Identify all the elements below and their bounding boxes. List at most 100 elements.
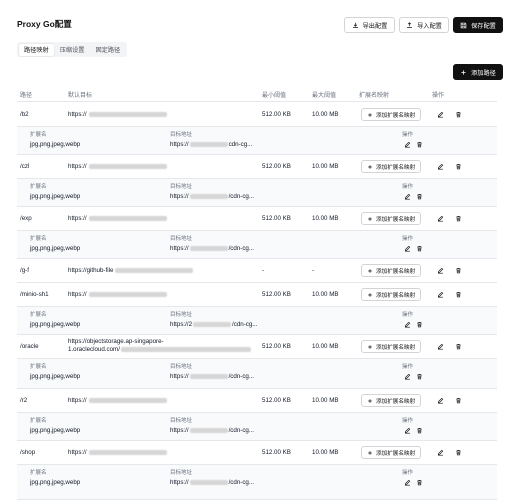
edit-icon[interactable] [436, 110, 444, 118]
trash-icon[interactable] [454, 266, 462, 274]
ext-column-label: 扩展名 [30, 418, 47, 424]
trash-icon[interactable] [415, 192, 423, 200]
edit-icon[interactable] [436, 448, 444, 456]
target-text: https:// [68, 163, 87, 170]
add-path-button[interactable]: 添加路径 [453, 64, 503, 80]
ext-column-label: 扩展名 [30, 184, 47, 190]
ext-target: https://2/cdn-cg... [170, 321, 257, 328]
ext-mapping-panel: 扩展名 目标地址 操作 jpg,png,jpeg,webp https:// /cdn-c… [17, 465, 497, 500]
trash-icon[interactable] [454, 214, 462, 222]
redacted-text [189, 245, 228, 251]
edit-icon[interactable] [403, 478, 411, 486]
add-ext-label: 添加扩展名映射 [376, 164, 416, 171]
import-config-button[interactable]: 导入配置 [399, 17, 449, 33]
redacted-text [189, 479, 228, 485]
ext-target-prefix: https:// [170, 479, 189, 486]
table-header: 路径 默认目标 最小阈值 最大阈值 扩展名映射 操作 [17, 88, 497, 102]
row-path: /minio-sh1 [20, 291, 49, 298]
tab-path-mapping[interactable]: 路径映射 [19, 43, 54, 56]
ext-target-suffix: /cdn-cg... [228, 479, 255, 486]
ext-list: jpg,png,jpeg,webp [30, 141, 81, 148]
ext-target: https:// /cdn-cg... [170, 427, 254, 434]
add-ext-mapping-button[interactable]: 添加扩展名映射 [361, 264, 422, 277]
ext-mapping-panel: 扩展名 目标地址 操作 jpg,png,jpeg,webp https:// /cdn-c… [17, 231, 497, 259]
trash-icon[interactable] [415, 372, 423, 380]
edit-icon[interactable] [436, 342, 444, 350]
edit-icon[interactable] [436, 214, 444, 222]
trash-icon[interactable] [454, 290, 462, 298]
trash-icon[interactable] [454, 162, 462, 170]
row-path: /shop [20, 449, 36, 456]
row-default-target: https:// [68, 111, 167, 119]
plus-icon [367, 268, 373, 274]
add-ext-mapping-button[interactable]: 添加扩展名映射 [361, 446, 422, 459]
trash-icon[interactable] [415, 426, 423, 434]
add-ext-mapping-button[interactable]: 添加扩展名映射 [361, 212, 422, 225]
add-ext-label: 添加扩展名映射 [376, 112, 416, 119]
col-actions: 操作 [432, 93, 445, 99]
add-ext-mapping-button[interactable]: 添加扩展名映射 [361, 288, 422, 301]
ext-target-suffix: /cdn-cg... [228, 193, 255, 200]
ext-target-suffix: cdn-cg... [228, 141, 253, 148]
edit-icon[interactable] [403, 426, 411, 434]
edit-icon[interactable] [436, 162, 444, 170]
add-ext-mapping-button[interactable]: 添加扩展名映射 [361, 160, 422, 173]
ext-target-suffix: /cdn-cg... [228, 373, 255, 380]
trash-icon[interactable] [454, 342, 462, 350]
row-max-threshold: 10.00 MB [312, 449, 339, 456]
plus-icon [367, 344, 373, 350]
add-ext-mapping-button[interactable]: 添加扩展名映射 [361, 108, 422, 121]
ext-target-prefix: https:// [170, 245, 189, 252]
trash-icon[interactable] [454, 110, 462, 118]
target-text: https:// [68, 291, 87, 298]
actions-column-label: 操作 [402, 132, 414, 138]
target-column-label: 目标地址 [170, 312, 193, 318]
redacted-text [189, 193, 228, 199]
row-default-target: https://objectstorage.ap-singapore- 1.ora… [68, 338, 251, 354]
trash-icon[interactable] [415, 320, 423, 328]
edit-icon[interactable] [403, 244, 411, 252]
col-max-threshold: 最大阈值 [312, 93, 337, 99]
edit-icon[interactable] [436, 290, 444, 298]
edit-icon[interactable] [436, 266, 444, 274]
row-path: /r2 [20, 397, 28, 404]
save-config-button[interactable]: 保存配置 [453, 17, 503, 33]
download-icon [352, 22, 358, 28]
tab-fixed-paths[interactable]: 固定路径 [91, 44, 126, 56]
redacted-text [189, 141, 228, 147]
target-text: https://github-file [68, 267, 114, 274]
ext-target-suffix: /cdn-cg... [232, 321, 258, 328]
table-row: /minio-sh1 https:// 512.00 KB 10.00 MB 添加扩展名… [17, 283, 497, 307]
edit-icon[interactable] [403, 192, 411, 200]
ext-list: jpg,png,jpeg,webp [30, 193, 81, 200]
ext-target: https:// /cdn-cg... [170, 373, 254, 380]
redacted-text [88, 215, 167, 221]
trash-icon[interactable] [415, 244, 423, 252]
trash-icon[interactable] [454, 396, 462, 404]
ext-column-label: 扩展名 [30, 132, 47, 138]
tab-compression[interactable]: 压缩设置 [55, 44, 90, 56]
trash-icon[interactable] [415, 140, 423, 148]
add-ext-mapping-button[interactable]: 添加扩展名映射 [361, 394, 422, 407]
target-text-line2: 1.oraclecloud.com/ [68, 346, 120, 353]
target-text: https://objectstorage.ap-singapore- [68, 338, 164, 345]
trash-icon[interactable] [415, 478, 423, 486]
ext-list: jpg,png,jpeg,webp [30, 479, 81, 486]
edit-icon[interactable] [436, 396, 444, 404]
target-column-label: 目标地址 [170, 236, 193, 242]
redacted-text [189, 373, 228, 379]
target-column-label: 目标地址 [170, 132, 193, 138]
add-ext-mapping-button[interactable]: 添加扩展名映射 [361, 340, 422, 353]
page-title: Proxy Go配置 [17, 19, 72, 29]
ext-target: https:// /cdn-cg... [170, 193, 254, 200]
edit-icon[interactable] [403, 372, 411, 380]
target-text: https:// [68, 215, 87, 222]
row-path: /exp [20, 215, 32, 222]
actions-column-label: 操作 [402, 418, 414, 424]
trash-icon[interactable] [454, 448, 462, 456]
export-config-button[interactable]: 导出配置 [344, 17, 395, 33]
edit-icon[interactable] [403, 140, 411, 148]
edit-icon[interactable] [403, 320, 411, 328]
plus-icon [367, 450, 373, 456]
add-ext-label: 添加扩展名映射 [376, 292, 416, 299]
